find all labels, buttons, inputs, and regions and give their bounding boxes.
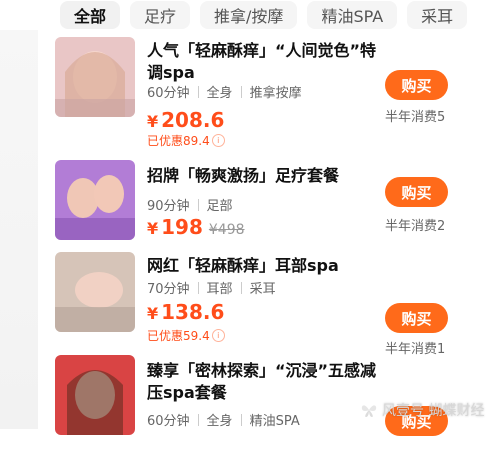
portrait-image: [55, 37, 135, 117]
service-meta: 70分钟 耳部 采耳: [147, 278, 276, 297]
buy-button[interactable]: 购买: [385, 177, 448, 207]
tab-all[interactable]: 全部: [60, 1, 121, 29]
divider: [240, 85, 242, 98]
currency-symbol: ¥: [147, 304, 159, 323]
portrait-image: [55, 252, 135, 332]
sales-count: 半年消费2: [385, 219, 446, 234]
divider: [240, 413, 242, 426]
price-value: 208.6: [161, 108, 225, 132]
discount-label: 已优惠59.4 i: [147, 327, 225, 344]
duration: 90分钟: [147, 199, 190, 214]
price-value: 138.6: [161, 300, 225, 324]
service-type: 精油SPA: [249, 414, 300, 429]
service-type: 采耳: [249, 282, 276, 297]
original-price: ¥498: [208, 222, 245, 238]
discount-text: 已优惠59.4: [147, 329, 210, 343]
service-thumbnail: [55, 252, 135, 332]
list-item[interactable]: 人气「轻麻酥痒」“人间觉色”特调spa 60分钟 全身 推拿按摩 ¥208.6 …: [0, 30, 500, 148]
tab-spa[interactable]: 精油SPA: [307, 1, 398, 29]
body-area: 耳部: [206, 282, 233, 297]
info-icon[interactable]: i: [211, 329, 225, 342]
duration: 60分钟: [147, 414, 190, 429]
duration: 60分钟: [147, 86, 190, 101]
divider: [240, 281, 242, 294]
list-item[interactable]: 招牌「畅爽激扬」足疗套餐 90分钟 足部 ¥198 ¥498 购买 半年消费2: [0, 135, 500, 240]
butterfly-icon: [361, 405, 377, 417]
service-title: 招牌「畅爽激扬」足疗套餐: [147, 166, 340, 185]
tab-foot[interactable]: 足疗: [130, 1, 191, 29]
service-meta: 60分钟 全身 推拿按摩: [147, 82, 302, 101]
currency-symbol: ¥: [147, 219, 159, 238]
service-title: 人气「轻麻酥痒」“人间觉色”特调spa: [147, 41, 377, 82]
service-thumbnail: [55, 160, 135, 240]
body-area: 全身: [206, 86, 233, 101]
service-title: 网红「轻麻酥痒」耳部spa: [147, 256, 339, 275]
price: ¥198 ¥498: [147, 215, 245, 239]
category-tabs: 全部 足疗 推拿/按摩 精油SPA 采耳: [0, 0, 500, 30]
buy-button[interactable]: 购买: [385, 70, 448, 100]
service-type: 推拿按摩: [249, 86, 302, 101]
service-thumbnail: [55, 37, 135, 117]
watermark-text: 风壹号 蝴蝶财经: [382, 403, 485, 419]
price: ¥208.6: [147, 108, 224, 132]
service-meta: 90分钟 足部: [147, 195, 233, 214]
price-value: 198: [161, 215, 203, 239]
portrait-image: [55, 355, 135, 435]
divider: [197, 281, 199, 294]
currency-symbol: ¥: [147, 112, 159, 131]
tab-massage[interactable]: 推拿/按摩: [200, 1, 298, 29]
portrait-image: [55, 160, 135, 240]
sales-count: 半年消费5: [385, 110, 446, 125]
body-area: 足部: [206, 199, 233, 214]
divider: [197, 198, 199, 211]
duration: 70分钟: [147, 282, 190, 297]
price: ¥138.6: [147, 300, 224, 324]
list-item[interactable]: 网红「轻麻酥痒」耳部spa 70分钟 耳部 采耳 ¥138.6 已优惠59.4 …: [0, 242, 500, 357]
service-thumbnail: [55, 355, 135, 435]
service-meta: 60分钟 全身 精油SPA: [147, 410, 300, 429]
watermark: 风壹号 蝴蝶财经: [360, 398, 500, 422]
divider: [197, 85, 199, 98]
tab-ear[interactable]: 采耳: [407, 1, 468, 29]
buy-button[interactable]: 购买: [385, 303, 448, 333]
body-area: 全身: [206, 414, 233, 429]
divider: [197, 413, 199, 426]
service-title: 臻享「密林探索」“沉浸”五感减压spa套餐: [147, 361, 377, 402]
